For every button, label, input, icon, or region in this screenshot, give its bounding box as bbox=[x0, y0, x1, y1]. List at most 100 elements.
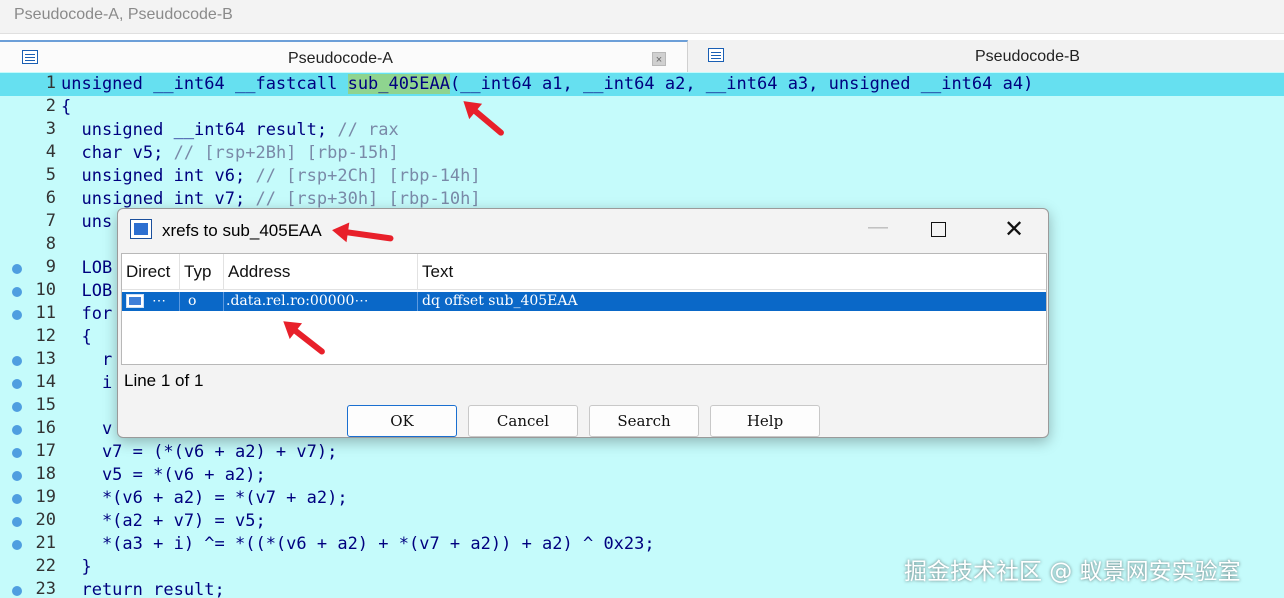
breakpoint-dot-icon[interactable] bbox=[12, 586, 22, 596]
code-token: unsigned int v7; bbox=[61, 189, 256, 209]
line-number: 13 bbox=[35, 349, 56, 369]
breakpoint-dot-icon[interactable] bbox=[12, 402, 22, 412]
code-text: return result; bbox=[61, 580, 225, 598]
breakpoint-dot-icon[interactable] bbox=[12, 310, 22, 320]
line-number: 17 bbox=[35, 441, 56, 461]
code-text: { bbox=[61, 97, 72, 117]
column-header-address[interactable]: Address bbox=[224, 254, 418, 290]
cancel-button[interactable]: Cancel bbox=[468, 405, 578, 437]
line-number: 19 bbox=[35, 487, 56, 507]
line-number: 6 bbox=[45, 188, 56, 208]
close-tab-icon[interactable]: × bbox=[652, 52, 666, 66]
line-number: 1 bbox=[45, 73, 56, 93]
code-token: (__int64 a1, __int64 a2, __int64 a3, uns… bbox=[449, 74, 1034, 94]
line-number: 5 bbox=[45, 165, 56, 185]
code-text: LOB bbox=[61, 281, 113, 301]
line-number: 8 bbox=[45, 234, 56, 254]
column-divider bbox=[223, 292, 224, 311]
pseudocode-icon bbox=[708, 48, 724, 62]
breakpoint-dot-icon[interactable] bbox=[12, 379, 22, 389]
line-number: 2 bbox=[45, 96, 56, 116]
xrefs-icon bbox=[130, 219, 152, 239]
breakpoint-dot-icon[interactable] bbox=[12, 540, 22, 550]
watermark: 掘金技术社区 @ 蚁景网安实验室 bbox=[904, 559, 1241, 585]
line-number: 22 bbox=[35, 556, 56, 576]
breakpoint-dot-icon[interactable] bbox=[12, 517, 22, 527]
code-comment: // [rsp+2Ch] [rbp-14h] bbox=[255, 166, 481, 186]
tab-pseudocode-a[interactable]: Pseudocode-A × bbox=[0, 40, 688, 72]
function-name-highlight[interactable]: sub_405EAA bbox=[347, 74, 450, 94]
line-number: 21 bbox=[35, 533, 56, 553]
code-line[interactable]: char v5; // [rsp+2Bh] [rbp-15h] bbox=[0, 142, 1284, 165]
line-number: 3 bbox=[45, 119, 56, 139]
help-button[interactable]: Help bbox=[710, 405, 820, 437]
column-header-text[interactable]: Text bbox=[418, 254, 1046, 290]
table-header: Direct Typ Address Text bbox=[122, 254, 1046, 290]
minimize-icon[interactable]: — bbox=[866, 217, 890, 241]
breakpoint-dot-icon[interactable] bbox=[12, 356, 22, 366]
pseudocode-icon bbox=[22, 50, 38, 64]
maximize-icon[interactable] bbox=[931, 222, 946, 237]
code-token: unsigned int v6; bbox=[61, 166, 256, 186]
breakpoint-dot-icon[interactable] bbox=[12, 471, 22, 481]
breakpoint-dot-icon[interactable] bbox=[12, 494, 22, 504]
search-button[interactable]: Search bbox=[589, 405, 699, 437]
cell-address: .data.rel.ro:00000⋯ bbox=[226, 293, 369, 309]
code-line[interactable]: { bbox=[0, 96, 1284, 119]
code-text: r bbox=[61, 350, 113, 370]
line-number: 11 bbox=[35, 303, 56, 323]
line-number: 12 bbox=[35, 326, 56, 346]
tab-pseudocode-b[interactable]: Pseudocode-B bbox=[688, 40, 1284, 72]
code-text: uns bbox=[61, 212, 113, 232]
close-icon[interactable]: ✕ bbox=[1002, 217, 1026, 243]
status-text: Line 1 of 1 bbox=[124, 371, 204, 390]
code-line[interactable]: *(v6 + a2) = *(v7 + a2); bbox=[0, 487, 1284, 510]
dialog-title: xrefs to sub_405EAA bbox=[162, 221, 322, 240]
line-number: 4 bbox=[45, 142, 56, 162]
column-divider bbox=[179, 292, 180, 311]
code-comment: // [rsp+2Bh] [rbp-15h] bbox=[173, 143, 399, 163]
code-text: v bbox=[61, 419, 113, 439]
code-token: unsigned __int64 result; bbox=[61, 120, 338, 140]
code-text: *(v6 + a2) = *(v7 + a2); bbox=[61, 488, 348, 508]
code-text: LOB bbox=[61, 258, 113, 278]
code-line[interactable]: unsigned __int64 __fastcall sub_405EAA(_… bbox=[0, 73, 1284, 96]
breakpoint-dot-icon[interactable] bbox=[12, 448, 22, 458]
cell-text: dq offset sub_405EAA bbox=[422, 293, 578, 309]
table-row[interactable]: ⋯ o .data.rel.ro:00000⋯ dq offset sub_40… bbox=[122, 292, 1046, 311]
xref-row-icon bbox=[126, 294, 144, 308]
code-text: *(a3 + i) ^= *((*(v6 + a2) + *(v7 + a2))… bbox=[61, 534, 655, 554]
line-number: 23 bbox=[35, 579, 56, 598]
code-text: v7 = (*(v6 + a2) + v7); bbox=[61, 442, 338, 462]
line-number: 16 bbox=[35, 418, 56, 438]
breakpoint-dot-icon[interactable] bbox=[12, 264, 22, 274]
xrefs-table[interactable]: Direct Typ Address Text ⋯ o .data.rel.ro… bbox=[121, 253, 1047, 365]
dialog-titlebar[interactable]: xrefs to sub_405EAA — ✕ bbox=[118, 209, 1048, 253]
line-number: 20 bbox=[35, 510, 56, 530]
ok-button[interactable]: OK bbox=[347, 405, 457, 437]
window-title: Pseudocode-A, Pseudocode-B bbox=[0, 0, 1284, 34]
code-line[interactable]: unsigned int v6; // [rsp+2Ch] [rbp-14h] bbox=[0, 165, 1284, 188]
code-text: i bbox=[61, 373, 113, 393]
tab-bar: Pseudocode-A × Pseudocode-B bbox=[0, 40, 1284, 72]
code-text: unsigned int v6; // [rsp+2Ch] [rbp-14h] bbox=[61, 165, 481, 188]
line-number: 15 bbox=[35, 395, 56, 415]
column-header-direct[interactable]: Direct bbox=[122, 254, 180, 290]
code-text: for bbox=[61, 304, 113, 324]
code-token: char v5; bbox=[61, 143, 174, 163]
breakpoint-dot-icon[interactable] bbox=[12, 287, 22, 297]
code-token: unsigned __int64 __fastcall bbox=[61, 74, 348, 94]
line-number: 18 bbox=[35, 464, 56, 484]
code-comment: // rax bbox=[337, 120, 399, 140]
code-text: } bbox=[61, 557, 92, 577]
code-comment: // [rsp+30h] [rbp-10h] bbox=[255, 189, 481, 209]
code-text[interactable]: unsigned __int64 __fastcall sub_405EAA(_… bbox=[61, 73, 1033, 96]
code-line[interactable]: v7 = (*(v6 + a2) + v7); bbox=[0, 441, 1284, 464]
line-number: 7 bbox=[45, 211, 56, 231]
code-text: v5 = *(v6 + a2); bbox=[61, 465, 266, 485]
breakpoint-dot-icon[interactable] bbox=[12, 425, 22, 435]
column-header-type[interactable]: Typ bbox=[180, 254, 224, 290]
code-line[interactable]: v5 = *(v6 + a2); bbox=[0, 464, 1284, 487]
code-line[interactable]: unsigned __int64 result; // rax bbox=[0, 119, 1284, 142]
code-line[interactable]: *(a2 + v7) = v5; bbox=[0, 510, 1284, 533]
